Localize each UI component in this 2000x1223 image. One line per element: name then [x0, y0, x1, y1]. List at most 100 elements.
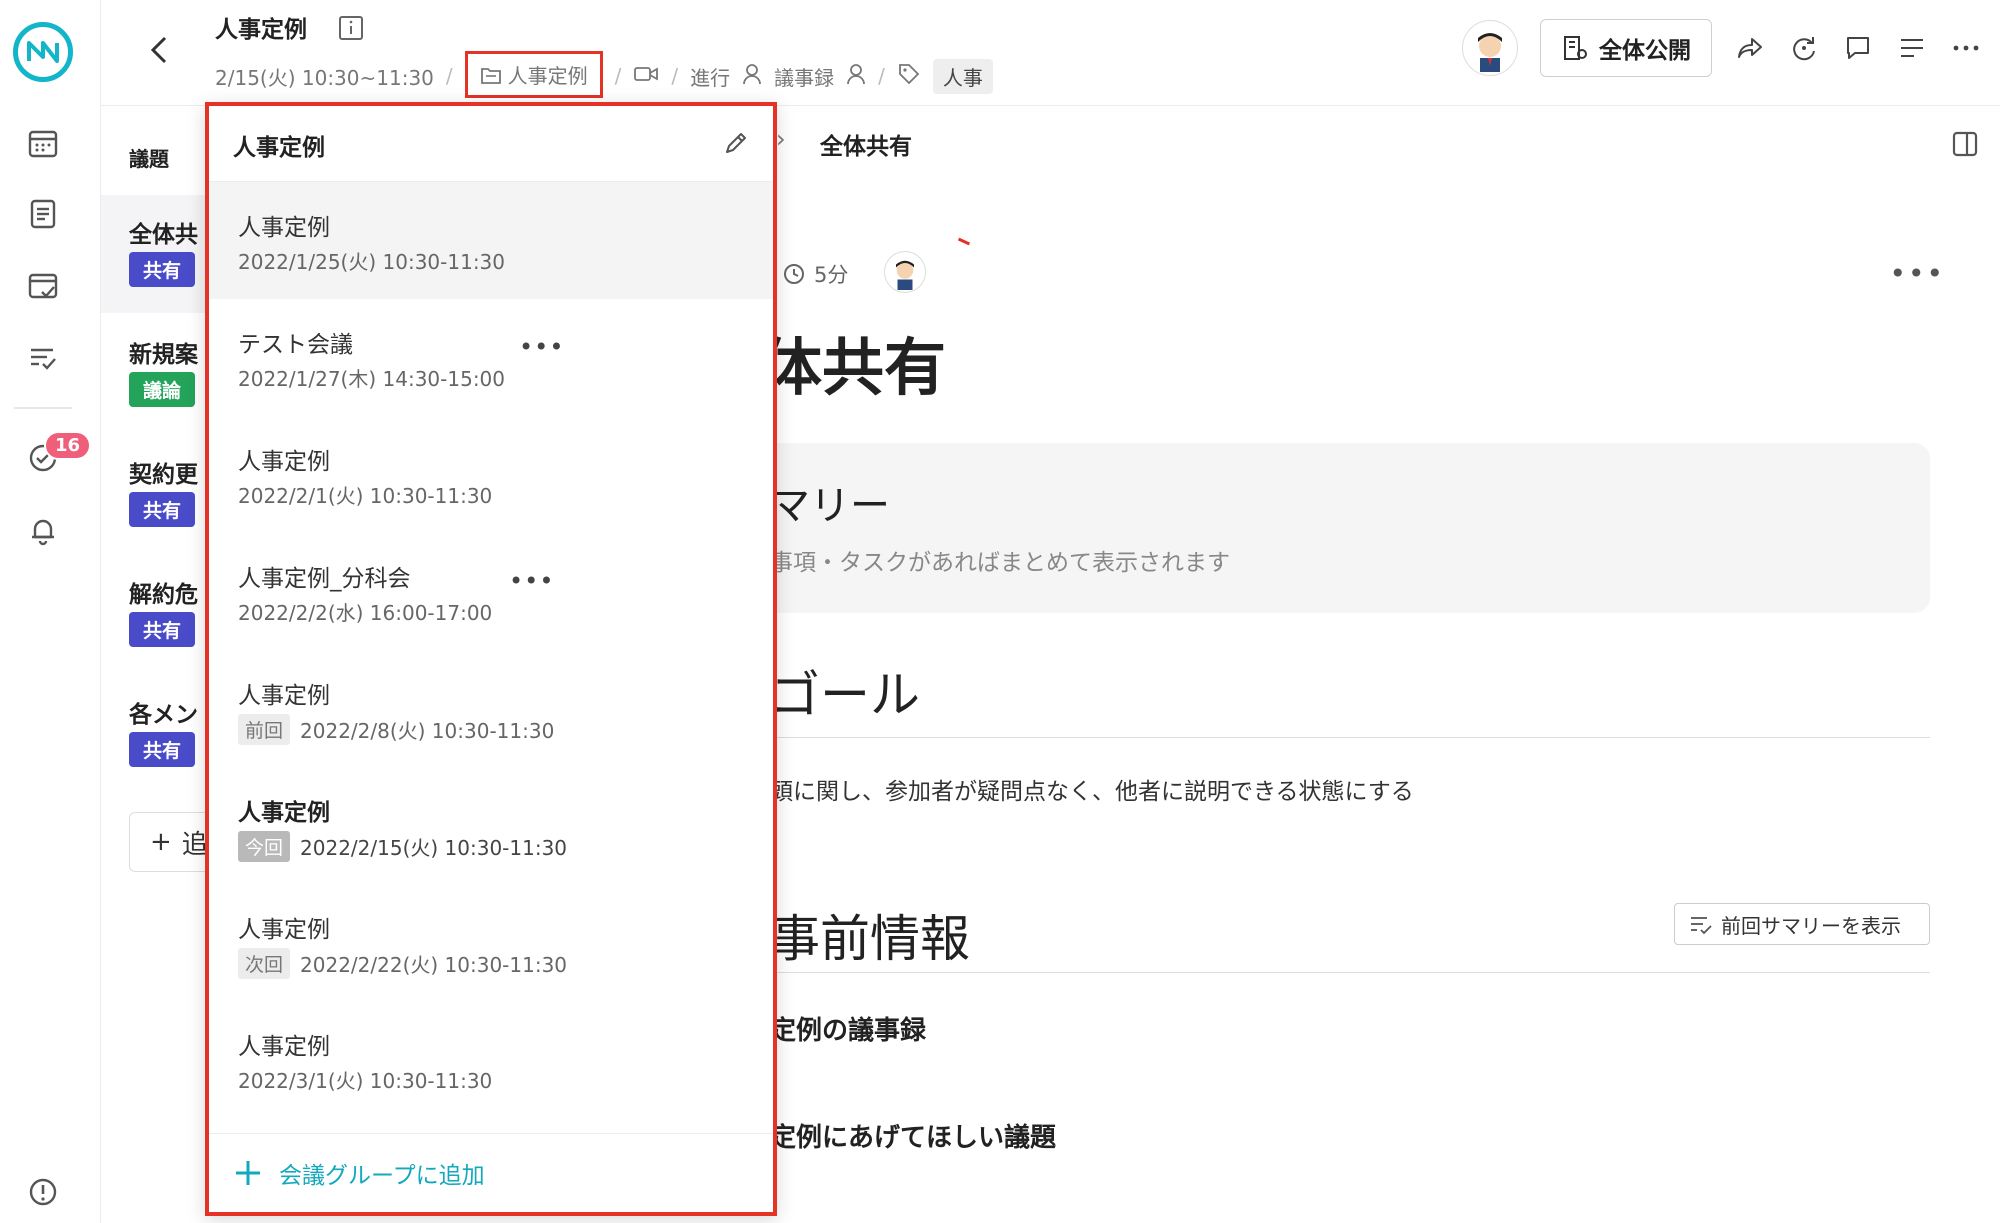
agenda-duration[interactable]: 5分: [782, 259, 848, 289]
app-logo-icon[interactable]: [13, 22, 73, 82]
meeting-group-dropdown: 人事定例 人事定例 2022/1/25(火) 10:30-11:30 テスト会議…: [205, 102, 777, 1216]
calendar-icon[interactable]: [22, 122, 64, 164]
meeting-header: 人事定例 2/15(火) 10:30~11:30 / 人事定例 / / 進行 議…: [101, 0, 2000, 106]
meeting-date: 2022/2/15(火) 10:30-11:30: [300, 836, 568, 860]
meeting-list-item[interactable]: 人事定例 次回 2022/2/22(火) 10:30-11:30: [209, 884, 773, 1001]
agenda-title[interactable]: 体共有: [760, 317, 946, 407]
dropdown-header: 人事定例: [209, 106, 773, 182]
summary-heading: マリー: [770, 483, 890, 529]
agenda-breadcrumb: 全体共有: [820, 134, 912, 160]
list-check-icon: [1691, 917, 1712, 935]
meeting-list-item[interactable]: 人事定例 2022/2/1(火) 10:30-11:30: [209, 416, 773, 533]
facilitator-user-icon[interactable]: [742, 63, 762, 90]
meeting-date: 2022/1/25(火) 10:30-11:30: [238, 250, 506, 274]
meeting-date-row: 前回 2022/2/8(火) 10:30-11:30: [238, 714, 554, 745]
agenda-content: › 全体共有 5分 ••• 体共有 マリー 事項・タスクがあればまとめて表示され…: [760, 107, 2000, 1223]
meeting-name: 人事定例: [238, 800, 330, 826]
show-prev-summary-label: 前回サマリーを表示: [1721, 913, 1901, 938]
meeting-list-item[interactable]: 人事定例 2022/3/1(火) 10:30-11:30: [209, 1001, 773, 1118]
more-options-icon[interactable]: •••: [519, 333, 564, 361]
header-actions: 全体公開: [1462, 16, 2000, 80]
summary-section: マリー 事項・タスクがあればまとめて表示されます: [760, 443, 1930, 613]
current-tag: 今回: [238, 831, 291, 862]
agenda-item-label: 全体共: [129, 222, 198, 248]
meeting-date-row: 2022/3/1(火) 10:30-11:30: [238, 1065, 492, 1094]
meeting-name: 人事定例: [238, 449, 330, 475]
facilitator-label: 進行: [690, 65, 731, 90]
meeting-title: 人事定例: [215, 17, 307, 43]
agenda-more-icon[interactable]: •••: [1889, 257, 1945, 290]
pre-info-subheading: 定例にあげてほしい議題: [770, 1123, 1057, 1153]
tag-icon[interactable]: [897, 62, 921, 91]
agenda-item-label: 新規案: [129, 342, 198, 368]
duration-value: 5分: [814, 263, 849, 287]
separator: /: [671, 64, 679, 88]
share-icon[interactable]: [1734, 32, 1766, 64]
notification-badge: 16: [44, 431, 92, 460]
back-icon[interactable]: [141, 30, 177, 70]
meeting-date-row: 次回 2022/2/22(火) 10:30-11:30: [238, 948, 567, 979]
folder-icon: [480, 67, 501, 84]
meeting-list-item-current[interactable]: 人事定例 今回 2022/2/15(火) 10:30-11:30: [209, 767, 773, 884]
comment-icon[interactable]: [1842, 32, 1874, 64]
info-icon[interactable]: [337, 14, 365, 42]
meeting-list-item[interactable]: 人事定例_分科会 2022/2/2(水) 16:00-17:00 •••: [209, 533, 773, 650]
add-to-group-button[interactable]: 会議グループに追加: [233, 1156, 485, 1190]
help-icon[interactable]: [22, 1171, 64, 1213]
history-icon[interactable]: [1788, 32, 1820, 64]
agenda-type-pill: 共有: [129, 492, 196, 527]
task-list-icon[interactable]: [22, 337, 64, 379]
agenda-heading: 議題: [129, 147, 169, 171]
agenda-item-label: 各メン: [129, 702, 198, 728]
add-agenda-label: 追: [181, 829, 208, 860]
more-options-icon[interactable]: •••: [509, 567, 554, 595]
meeting-meta: 2/15(火) 10:30~11:30 / 人事定例 / / 進行 議事録 / …: [215, 51, 993, 98]
goal-text[interactable]: 頭に関し、参加者が疑問点なく、他者に説明できる状態にする: [770, 772, 1414, 806]
meeting-date: 2022/1/27(木) 14:30-15:00: [238, 367, 506, 391]
tag-chip[interactable]: 人事: [932, 58, 993, 94]
show-prev-summary-button[interactable]: 前回サマリーを表示: [1674, 903, 1930, 945]
divider: [760, 737, 1930, 738]
left-rail: 16: [0, 0, 101, 1223]
goal-heading: ゴール: [770, 666, 920, 724]
meeting-group-label: 人事定例: [507, 64, 588, 88]
user-avatar[interactable]: [1462, 20, 1518, 76]
meeting-name: 人事定例: [238, 215, 330, 241]
meeting-date-row: 2022/2/1(火) 10:30-11:30: [238, 480, 492, 509]
minutes-user-icon[interactable]: [846, 63, 866, 90]
more-options-icon[interactable]: [1950, 32, 1982, 64]
meeting-list-item[interactable]: テスト会議 2022/1/27(木) 14:30-15:00 •••: [209, 299, 773, 416]
meeting-list-item[interactable]: 人事定例 前回 2022/2/8(火) 10:30-11:30: [209, 650, 773, 767]
bell-icon[interactable]: [22, 510, 64, 552]
meeting-date-row: 2022/1/25(火) 10:30-11:30: [238, 246, 505, 275]
meeting-date: 2022/3/1(火) 10:30-11:30: [238, 1069, 493, 1093]
meeting-date: 2022/2/22(火) 10:30-11:30: [300, 953, 568, 977]
meeting-date: 2022/2/2(水) 16:00-17:00: [238, 601, 493, 625]
clock-icon: [784, 264, 804, 284]
chevron-right-icon: ›: [776, 125, 786, 153]
separator: /: [614, 64, 622, 88]
dropdown-title: 人事定例: [233, 135, 325, 161]
agenda-type-pill: 共有: [129, 612, 196, 647]
meeting-group-selector[interactable]: 人事定例: [464, 51, 603, 98]
meeting-list-item[interactable]: 人事定例 2022/1/25(火) 10:30-11:30: [209, 182, 773, 299]
meeting-date: 2022/2/8(火) 10:30-11:30: [300, 719, 555, 743]
building-icon: [1564, 36, 1587, 60]
minutes-label: 議事録: [774, 65, 835, 90]
video-icon[interactable]: [633, 64, 659, 88]
pencil-icon[interactable]: [721, 128, 751, 158]
separator: /: [878, 64, 885, 88]
agenda-type-pill: 共有: [129, 732, 196, 767]
meeting-name: テスト会議: [238, 332, 353, 358]
next-tag: 次回: [238, 948, 291, 979]
presenter-avatar[interactable]: [884, 251, 926, 293]
pre-info-heading: 事前情報: [770, 910, 970, 968]
public-visibility-button[interactable]: 全体公開: [1540, 19, 1712, 77]
outline-icon[interactable]: [1896, 32, 1928, 64]
divider: [760, 972, 1930, 973]
side-panel-icon[interactable]: [1950, 129, 1980, 159]
document-icon[interactable]: [22, 193, 64, 235]
agenda-item-label: 契約更: [129, 462, 198, 488]
plus-icon: [236, 1161, 260, 1185]
calendar-check-icon[interactable]: [22, 265, 64, 307]
